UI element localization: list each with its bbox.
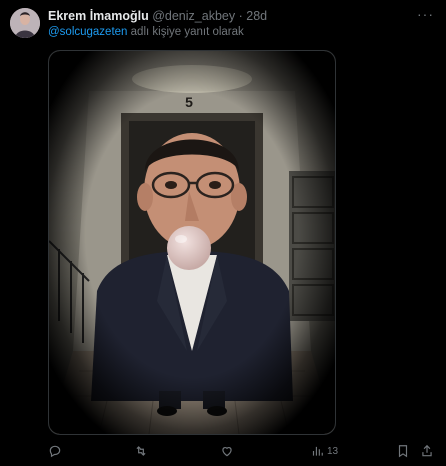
author-handle[interactable]: @deniz_akbey [152,9,235,23]
author-name[interactable]: Ekrem İmamoğlu [48,9,149,23]
avatar[interactable] [10,8,40,38]
retweet-icon [136,446,146,456]
tweet[interactable]: Ekrem İmamoğlu @deniz_akbey · 28d ··· @s… [0,0,446,466]
reply-mention-link[interactable]: @solcugazeten [48,26,127,38]
retweet-button[interactable] [134,442,148,460]
reply-button[interactable] [48,442,62,460]
views-count: 13 [327,445,339,457]
share-icon [422,444,432,457]
tweet-time[interactable]: 28d [246,9,267,23]
header-separator: · [238,9,243,23]
share-button[interactable] [420,442,434,460]
more-options-icon[interactable]: ··· [417,6,434,22]
photo-illustration: 5 [49,51,335,434]
tweet-photo[interactable]: 5 [48,50,336,435]
bookmark-icon [398,445,408,458]
bookmark-button[interactable] [396,442,410,460]
reply-context: @solcugazeten adlı kişiye yanıt olarak [48,24,244,40]
tweet-header: Ekrem İmamoğlu @deniz_akbey · 28d [48,8,267,24]
views-chart-icon [312,446,323,456]
reply-context-text: adlı kişiye yanıt olarak [127,26,244,38]
like-button[interactable] [220,442,234,460]
reply-icon [49,445,61,458]
heart-icon [222,447,232,457]
tweet-actions: 13 [48,442,432,460]
views-button[interactable]: 13 [310,442,338,460]
